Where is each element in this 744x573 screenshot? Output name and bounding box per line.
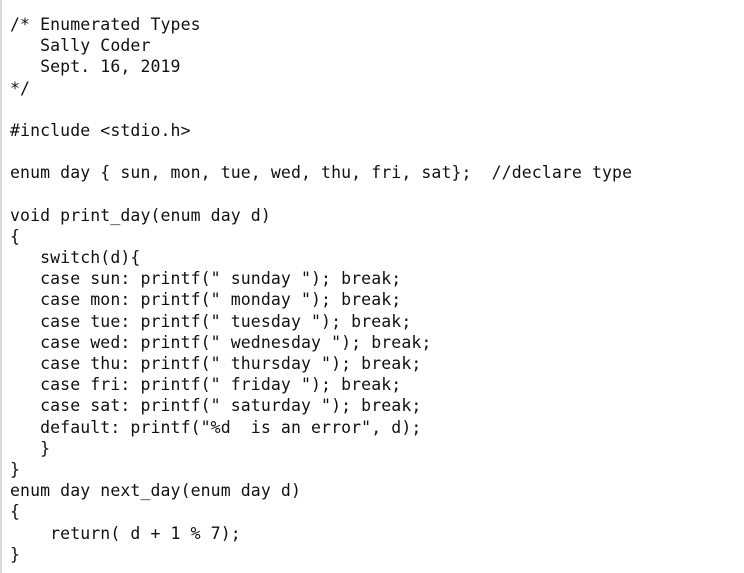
code-line: }	[10, 544, 21, 564]
code-editor[interactable]: /* Enumerated Types Sally Coder Sept. 16…	[0, 0, 744, 573]
code-line: Sept. 16, 2019	[10, 57, 181, 77]
code-line: enum day { sun, mon, tue, wed, thu, fri,…	[10, 163, 633, 183]
code-line: case wed: printf(" wednesday "); break;	[10, 332, 432, 352]
code-line: case mon: printf(" monday "); break;	[10, 290, 402, 310]
code-line: {	[10, 502, 21, 522]
code-line: case tue: printf(" tuesday "); break;	[10, 311, 412, 331]
code-line: void print_day(enum day d)	[10, 205, 271, 225]
code-line: enum day next_day(enum day d)	[10, 481, 301, 501]
code-line: Sally Coder	[10, 36, 151, 56]
code-line: */	[10, 78, 31, 98]
code-text[interactable]: /* Enumerated Types Sally Coder Sept. 16…	[10, 14, 740, 565]
code-line: }	[10, 459, 21, 479]
code-line: case thu: printf(" thursday "); break;	[10, 354, 422, 373]
code-line: /* Enumerated Types	[10, 15, 201, 34]
code-line: case fri: printf(" friday "); break;	[10, 375, 402, 395]
code-line: {	[10, 226, 21, 246]
code-line: switch(d){	[10, 248, 141, 268]
code-line: #include <stdio.h>	[10, 120, 191, 140]
code-line: return( d + 1 % 7);	[10, 523, 241, 543]
code-line: case sat: printf(" saturday "); break;	[10, 396, 422, 416]
code-line: }	[10, 438, 51, 458]
code-line: default: printf("%d is an error", d);	[10, 417, 422, 437]
code-line: case sun: printf(" sunday "); break;	[10, 269, 402, 289]
